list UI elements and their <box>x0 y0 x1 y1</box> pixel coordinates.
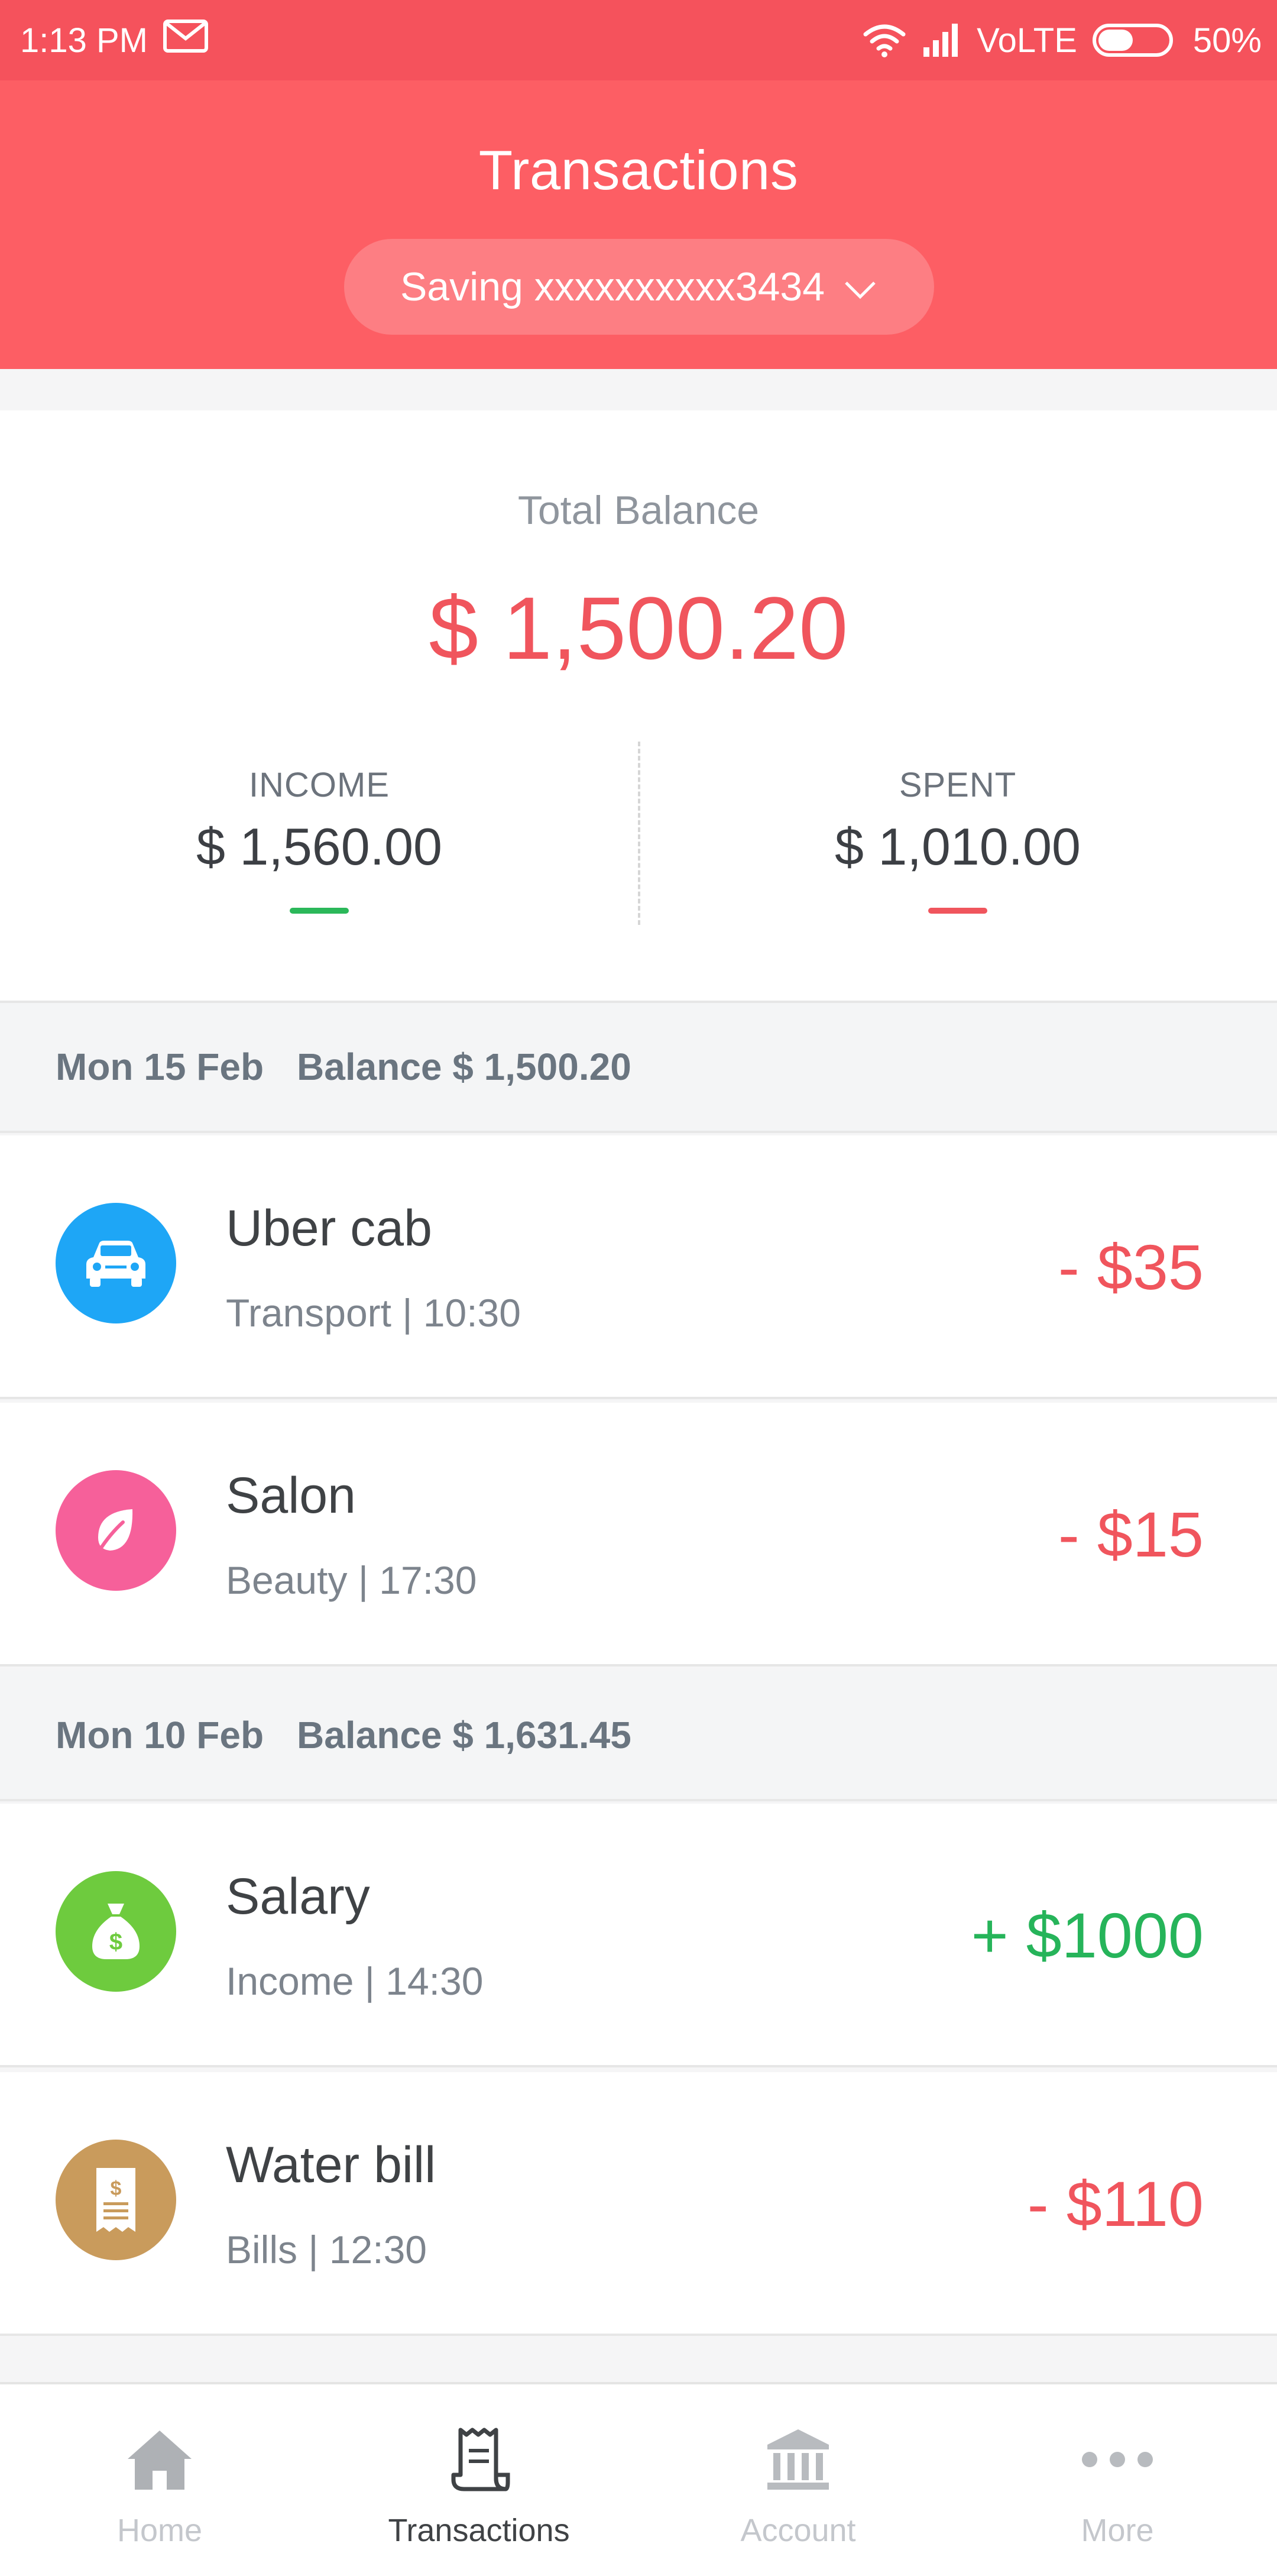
more-icon <box>1079 2421 1156 2498</box>
total-balance-label: Total Balance <box>517 488 760 533</box>
transaction-meta: Bills | 12:30 <box>226 2228 427 2271</box>
nav-home-label: Home <box>116 2513 203 2548</box>
home-icon <box>125 2421 194 2498</box>
money-bag-icon: $ <box>56 1871 176 1992</box>
mail-icon <box>163 20 208 61</box>
transaction-meta: Income | 14:30 <box>226 1959 484 2003</box>
bottom-navigation: Home Transactions Account More <box>0 2382 1277 2576</box>
bank-icon <box>764 2421 832 2498</box>
income-stat: INCOME $ 1,560.00 <box>0 765 638 914</box>
page-title: Transactions <box>478 139 799 201</box>
svg-text:$: $ <box>109 1929 122 1955</box>
status-bar: 1:13 PM VoLTE 50% <box>0 0 1277 80</box>
battery-icon <box>1092 24 1173 57</box>
account-selector[interactable]: Saving xxxxxxxxxx3434 <box>344 239 934 335</box>
transaction-amount: - $15 <box>1058 1499 1204 1570</box>
income-label: INCOME <box>249 766 390 804</box>
transactions-icon <box>446 2421 511 2498</box>
nav-transactions-label: Transactions <box>388 2513 570 2548</box>
nav-account-label: Account <box>740 2513 856 2548</box>
day-balance: Balance $ 1,500.20 <box>297 1046 631 1088</box>
network-type: VoLTE <box>977 21 1077 60</box>
status-time: 1:13 PM <box>20 21 148 60</box>
transaction-name: Salary <box>226 1868 370 1925</box>
svg-text:$: $ <box>111 2177 122 2200</box>
transaction-row[interactable]: $ Water bill Bills | 12:30 - $110 <box>0 2072 1277 2336</box>
chevron-down-icon <box>842 264 878 310</box>
day-date: Mon 15 Feb <box>56 1046 264 1088</box>
signal-icon <box>922 22 961 58</box>
total-balance-value: $ 1,500.20 <box>429 578 848 678</box>
nav-account[interactable]: Account <box>638 2384 958 2576</box>
day-header: Mon 10 Feb Balance $ 1,631.45 <box>0 1671 1277 1801</box>
leaf-icon <box>56 1470 176 1591</box>
day-header: Mon 15 Feb Balance $ 1,500.20 <box>0 1003 1277 1133</box>
nav-transactions[interactable]: Transactions <box>319 2384 638 2576</box>
transaction-amount: - $110 <box>1027 2168 1204 2240</box>
battery-percent: 50% <box>1192 21 1262 60</box>
transaction-row[interactable]: $ Salary Income | 14:30 + $1000 <box>0 1804 1277 2067</box>
transaction-row[interactable]: Uber cab Transport | 10:30 - $35 <box>0 1135 1277 1399</box>
transaction-name: Salon <box>226 1467 356 1524</box>
spent-stat: SPENT $ 1,010.00 <box>638 765 1277 914</box>
income-indicator <box>290 908 349 914</box>
transaction-meta: Beauty | 17:30 <box>226 1558 477 1602</box>
transaction-name: Uber cab <box>226 1200 432 1257</box>
spent-label: SPENT <box>899 766 1017 804</box>
balance-summary-card: Total Balance $ 1,500.20 INCOME $ 1,560.… <box>0 410 1277 1003</box>
day-date: Mon 10 Feb <box>56 1714 264 1756</box>
transaction-name: Water bill <box>226 2137 436 2193</box>
transaction-amount: + $1000 <box>971 1899 1204 1971</box>
nav-more[interactable]: More <box>958 2384 1277 2576</box>
transaction-row[interactable]: Salon Beauty | 17:30 - $15 <box>0 1403 1277 1666</box>
account-selector-label: Saving xxxxxxxxxx3434 <box>400 264 825 309</box>
transaction-amount: - $35 <box>1058 1231 1204 1303</box>
spent-value: $ 1,010.00 <box>835 817 1081 876</box>
day-balance: Balance $ 1,631.45 <box>297 1714 631 1756</box>
spent-indicator <box>928 908 987 914</box>
app-header: Transactions Saving xxxxxxxxxx3434 <box>0 80 1277 369</box>
nav-more-label: More <box>1081 2513 1154 2548</box>
receipt-icon: $ <box>56 2140 176 2260</box>
nav-home[interactable]: Home <box>0 2384 319 2576</box>
transaction-meta: Transport | 10:30 <box>226 1291 521 1335</box>
income-value: $ 1,560.00 <box>196 817 442 876</box>
car-icon <box>56 1203 176 1323</box>
wifi-icon <box>862 22 907 58</box>
